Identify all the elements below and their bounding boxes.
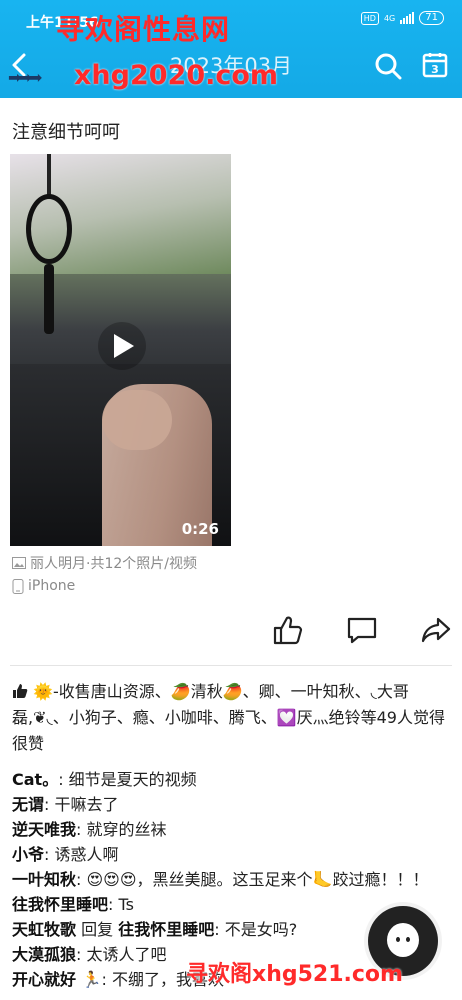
comment-text: : 诱惑人啊 bbox=[44, 845, 119, 864]
comment-author[interactable]: Cat。 bbox=[12, 770, 58, 789]
comment-item[interactable]: 小爷: 诱惑人啊 bbox=[12, 842, 452, 867]
comment-author[interactable]: 无谓 bbox=[12, 795, 44, 814]
comment-author[interactable]: 小爷 bbox=[12, 845, 44, 864]
phone-icon bbox=[12, 578, 24, 594]
comment-reply-word: 回复 bbox=[76, 920, 119, 939]
album-info[interactable]: 丽人明月·共12个照片/视频 bbox=[12, 553, 197, 573]
play-button[interactable] bbox=[98, 322, 146, 370]
post-text: 注意细节呵呵 bbox=[12, 122, 120, 143]
likes-list[interactable]: 🌞-收售唐山资源、🥭清秋🥭、卿、一叶知秋、◟大哥磊,❦◟、小狗子、瘾、小咖啡、腾… bbox=[12, 679, 452, 757]
share-icon[interactable] bbox=[420, 614, 452, 646]
comment-author[interactable]: 开心就好 🏃 bbox=[12, 970, 102, 989]
comment-text: : 太诱人了吧 bbox=[76, 945, 167, 964]
signal-icon bbox=[400, 12, 415, 24]
status-indicators: HD 4G 71 bbox=[360, 11, 444, 25]
watermark-top: 寻欢阁性息网 bbox=[56, 13, 231, 46]
calendar-icon[interactable]: 3 bbox=[422, 52, 448, 78]
battery-icon: 71 bbox=[419, 11, 444, 25]
device-label: iPhone bbox=[28, 578, 76, 594]
video-scene-feet bbox=[102, 390, 172, 450]
divider bbox=[10, 665, 452, 666]
watermark-url: xhg2020.com bbox=[74, 60, 279, 91]
comment-text: : 干嘛去了 bbox=[44, 795, 119, 814]
comment-item[interactable]: 无谓: 干嘛去了 bbox=[12, 792, 452, 817]
comment-author[interactable]: 天虹牧歌 bbox=[12, 920, 76, 939]
comment-text: : Ts bbox=[108, 895, 134, 914]
video-thumbnail[interactable]: 0:26 bbox=[10, 154, 231, 546]
comment-author[interactable]: 往我怀里睡吧 bbox=[12, 895, 108, 914]
comment-item[interactable]: 一叶知秋: 😍😍😍，黑丝美腿。这玉足来个🦶跤过瘾！！！ bbox=[12, 867, 452, 892]
comment-icon[interactable] bbox=[346, 614, 378, 646]
video-scene-charm-string bbox=[47, 154, 51, 198]
comment-item[interactable]: Cat。: 细节是夏天的视频 bbox=[12, 767, 452, 792]
hd-badge: HD bbox=[360, 11, 379, 25]
likes-text: -收售唐山资源、🥭清秋🥭、卿、一叶知秋、◟大哥磊,❦◟、小狗子、瘾、小咖啡、腾飞… bbox=[12, 682, 445, 753]
ghost-face-icon bbox=[387, 923, 419, 957]
video-scene-tassel bbox=[44, 264, 54, 334]
video-duration: 0:26 bbox=[181, 520, 219, 538]
like-icon[interactable] bbox=[272, 614, 304, 646]
video-scene-charm bbox=[26, 194, 72, 264]
network-type: 4G bbox=[383, 13, 396, 23]
comment-text: : 😍😍😍，黑丝美腿。这玉足来个🦶跤过瘾！！！ bbox=[76, 870, 429, 889]
comment-author[interactable]: 一叶知秋 bbox=[12, 870, 76, 889]
sun-icon: 🌞 bbox=[33, 682, 54, 701]
comment-text: : 不是女吗? bbox=[214, 920, 298, 939]
svg-text:3: 3 bbox=[431, 63, 439, 76]
comment-author[interactable]: 逆天唯我 bbox=[12, 820, 76, 839]
device-info: iPhone bbox=[12, 578, 75, 594]
comment-item[interactable]: 逆天唯我: 就穿的丝袜 bbox=[12, 817, 452, 842]
watermark-bottom: 寻欢阁xhg521.com bbox=[186, 962, 403, 987]
comment-text: : 就穿的丝袜 bbox=[76, 820, 167, 839]
comment-reply-target[interactable]: 往我怀里睡吧 bbox=[118, 920, 214, 939]
play-icon bbox=[114, 334, 134, 358]
thumbs-up-icon bbox=[13, 684, 28, 698]
search-icon[interactable] bbox=[374, 52, 402, 80]
comment-text: : 细节是夏天的视频 bbox=[58, 770, 197, 789]
album-label: 丽人明月·共12个照片/视频 bbox=[30, 556, 197, 572]
comment-author[interactable]: 大漠孤狼 bbox=[12, 945, 76, 964]
image-icon bbox=[12, 557, 26, 569]
top-header: 上午11:56 HD 4G 71 寻欢阁性息网 ➡➡➡ 2023年03月 xhg… bbox=[0, 0, 462, 98]
